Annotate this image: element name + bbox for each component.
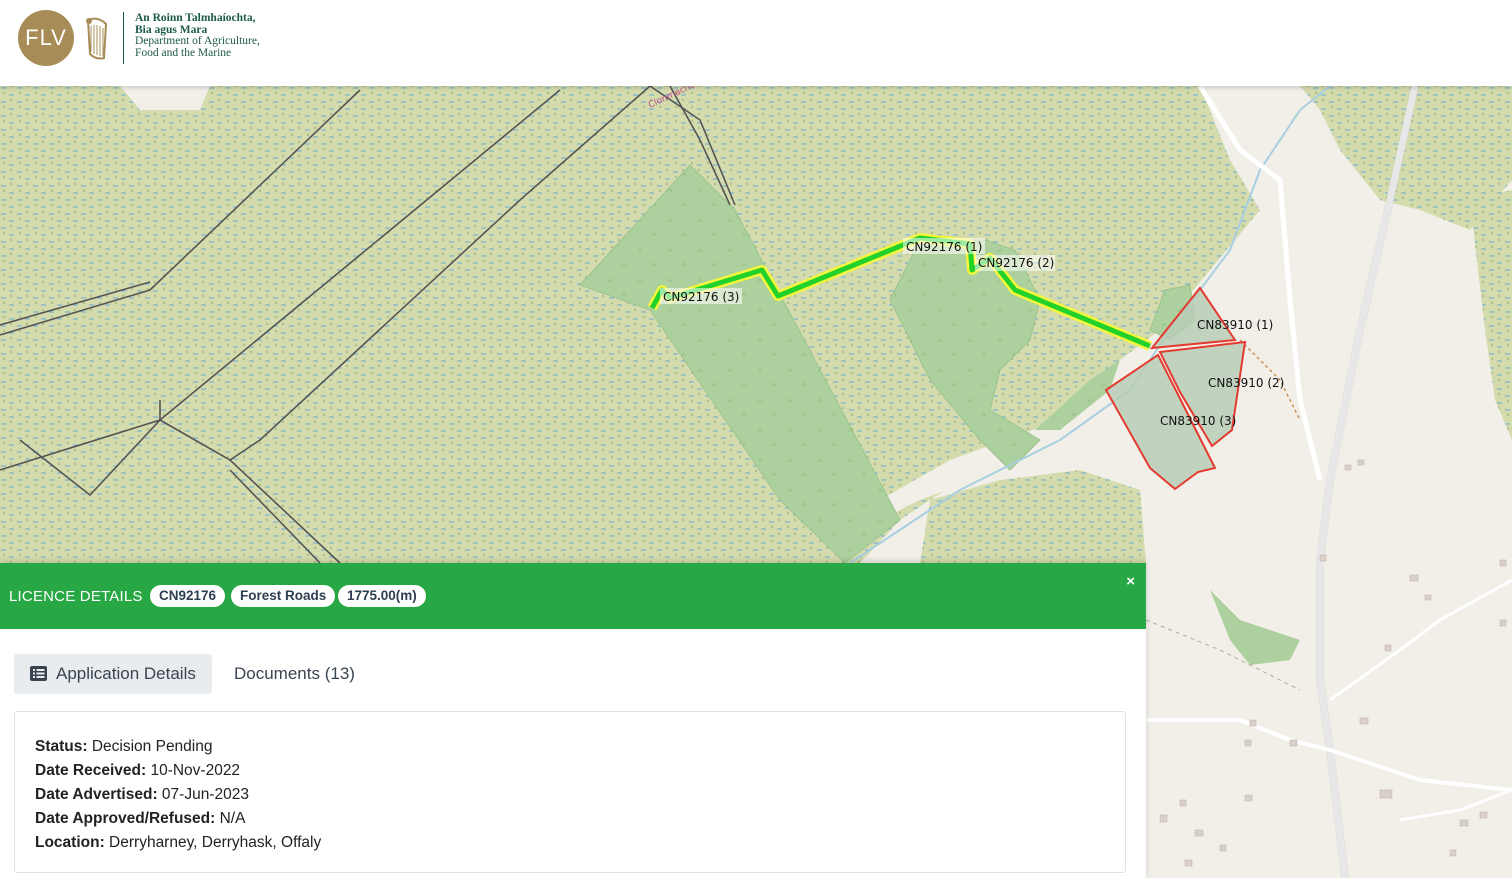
tab-documents[interactable]: Documents (13) [234,654,355,694]
date-received-row: Date Received: 10-Nov-2022 [35,762,240,780]
label-cn92176-2: CN92176 (2) [978,256,1054,270]
tab-application-details[interactable]: Application Details [14,654,212,694]
harp-icon [86,17,108,60]
date-approved-label: Date Approved/Refused: [35,810,216,827]
panel-header: LICENCE DETAILS CN92176 Forest Roads 177… [0,563,1146,629]
licence-type-badge: Forest Roads [231,585,336,607]
licence-details-panel: LICENCE DETAILS CN92176 Forest Roads 177… [0,563,1146,878]
app-header: FLV An Roinn Talmhaíochta, Bia agus Mara… [0,0,1512,86]
tab-label: Application Details [56,664,196,683]
label-cn83910-1: CN83910 (1) [1197,318,1273,332]
application-details-box: Status: Decision Pending Date Received: … [14,711,1126,873]
date-approved-value: N/A [215,810,246,827]
dept-line-1: An Roinn Talmhaíochta, [135,12,256,24]
label-cn83910-3: CN83910 (3) [1160,414,1236,428]
date-advertised-value: 07-Jun-2023 [157,786,249,803]
department-name: An Roinn Talmhaíochta, Bia agus Mara Dep… [135,12,260,59]
status-value: Decision Pending [87,738,213,755]
status-label: Status: [35,738,88,755]
logo-divider [123,12,124,64]
dept-line-4: Food and the Marine [135,46,232,59]
date-advertised-row: Date Advertised: 07-Jun-2023 [35,786,249,804]
panel-title: LICENCE DETAILS [9,588,143,605]
dept-line-3: Department of Agriculture, [135,35,260,47]
date-advertised-label: Date Advertised: [35,786,158,803]
close-button[interactable]: × [1126,573,1135,590]
flv-logo[interactable]: FLV [18,10,74,66]
licence-length-badge: 1775.00(m) [338,585,426,607]
status-row: Status: Decision Pending [35,738,213,756]
date-approved-row: Date Approved/Refused: N/A [35,810,245,828]
location-label: Location: [35,834,105,851]
label-cn92176-3: CN92176 (3) [663,290,739,304]
location-value: Derryharney, Derryhask, Offaly [104,834,322,851]
list-icon [30,665,47,681]
label-cn83910-2: CN83910 (2) [1208,376,1284,390]
date-received-label: Date Received: [35,762,147,779]
location-row: Location: Derryharney, Derryhask, Offaly [35,834,321,852]
label-cn92176-1: CN92176 (1) [906,240,982,254]
date-received-value: 10-Nov-2022 [146,762,241,779]
licence-number-badge: CN92176 [150,585,226,607]
